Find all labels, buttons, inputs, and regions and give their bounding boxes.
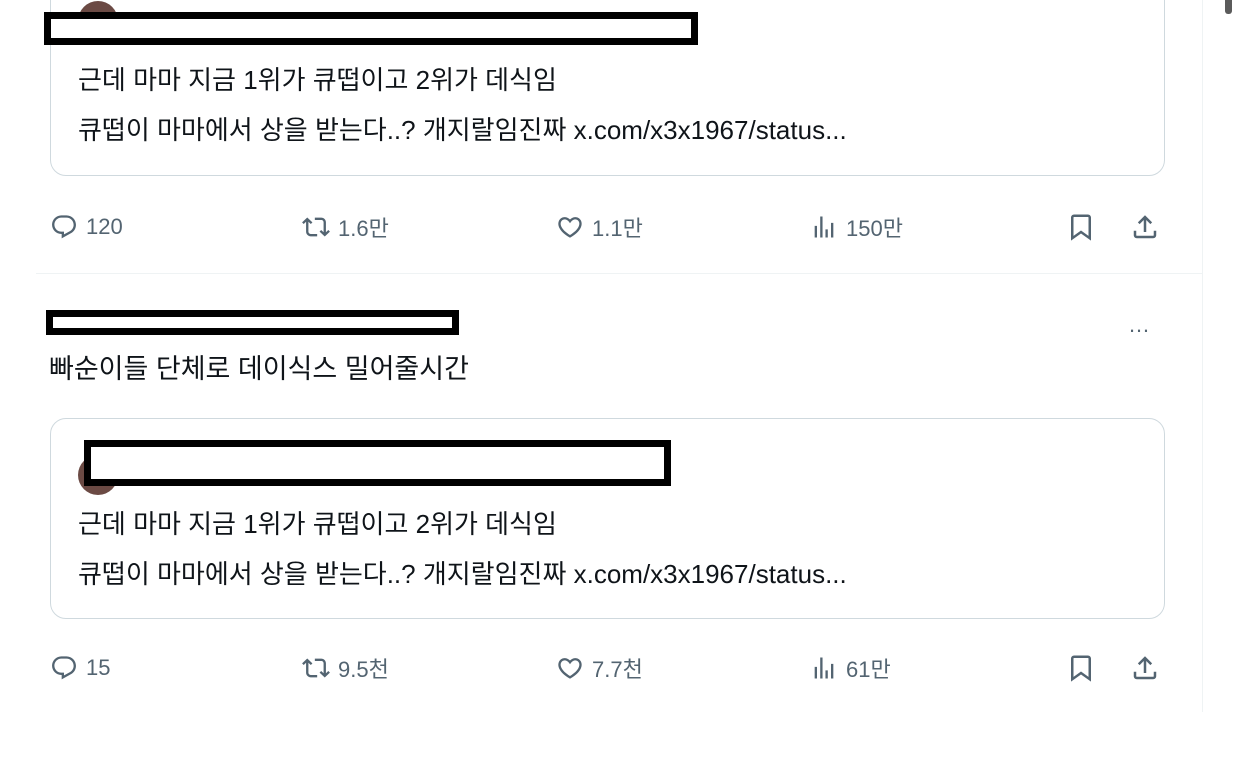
share-button[interactable] — [1130, 207, 1160, 247]
bookmark-icon — [1071, 214, 1091, 241]
repost-icon — [302, 658, 330, 678]
reply-button[interactable]: 15 — [50, 648, 110, 688]
like-icon — [558, 658, 582, 679]
reply-icon — [52, 656, 76, 680]
like-icon — [558, 217, 582, 238]
bookmark-icon — [1071, 655, 1091, 682]
share-icon — [1133, 215, 1157, 239]
views-icon — [814, 657, 834, 679]
like-button[interactable]: 1.1만 — [556, 207, 643, 247]
repost-count: 9.5천 — [338, 657, 389, 682]
post-action-bar: 120 1.6만 1.1만 150만 — [0, 207, 1203, 247]
column-border — [1202, 0, 1203, 712]
like-count: 1.1만 — [592, 216, 643, 241]
reply-button[interactable]: 120 — [50, 207, 123, 247]
post-action-bar: 15 9.5천 7.7천 61만 — [0, 648, 1203, 688]
quoted-post-link[interactable]: x.com/x3x1967/status... — [574, 115, 847, 145]
redacted-author-bar — [46, 310, 459, 335]
quoted-post-text: 근데 마마 지금 1위가 큐떱이고 2위가 데식임 큐떱이 마마에서 상을 받는… — [78, 63, 847, 147]
share-icon — [1133, 656, 1157, 680]
repost-button[interactable]: 1.6만 — [302, 207, 389, 247]
repost-icon — [302, 217, 330, 237]
repost-count: 1.6만 — [338, 216, 389, 241]
repost-button[interactable]: 9.5천 — [302, 648, 389, 688]
quoted-post-line-1: 근데 마마 지금 1위가 큐떱이고 2위가 데식임 — [78, 509, 557, 539]
post-text: 빠순이들 단체로 데이식스 밀어줄시간 — [49, 354, 469, 384]
like-count: 7.7천 — [592, 657, 643, 682]
post-divider — [36, 273, 1203, 274]
share-button[interactable] — [1130, 648, 1160, 688]
bookmark-button[interactable] — [1066, 648, 1096, 688]
views-button[interactable]: 61만 — [810, 648, 891, 688]
redacted-username-bar — [44, 12, 698, 45]
reply-count: 15 — [86, 655, 111, 680]
redacted-username-bar — [84, 440, 671, 486]
timeline-feed: 근데 마마 지금 1위가 큐떱이고 2위가 데식임 큐떱이 마마에서 상을 받는… — [0, 0, 1203, 712]
bookmark-button[interactable] — [1066, 207, 1096, 247]
reply-icon — [52, 215, 76, 239]
scrollbar-thumb[interactable] — [1225, 0, 1232, 14]
reply-count: 120 — [86, 214, 123, 239]
views-count: 150만 — [846, 216, 903, 241]
views-icon — [814, 216, 834, 238]
quoted-post-text: 근데 마마 지금 1위가 큐떱이고 2위가 데식임 큐떱이 마마에서 상을 받는… — [78, 507, 847, 591]
quoted-post-line-2: 큐떱이 마마에서 상을 받는다..? 개지랄임진짜 x.com/x3x1967/… — [78, 115, 847, 145]
views-count: 61만 — [846, 657, 891, 682]
views-button[interactable]: 150만 — [810, 207, 903, 247]
quoted-post-line-1: 근데 마마 지금 1위가 큐떱이고 2위가 데식임 — [78, 65, 557, 95]
quoted-post-line-2: 큐떱이 마마에서 상을 받는다..? 개지랄임진짜 x.com/x3x1967/… — [78, 559, 847, 589]
more-options-button[interactable]: … — [1128, 312, 1151, 338]
like-button[interactable]: 7.7천 — [556, 648, 643, 688]
quoted-post-link[interactable]: x.com/x3x1967/status... — [574, 559, 847, 589]
